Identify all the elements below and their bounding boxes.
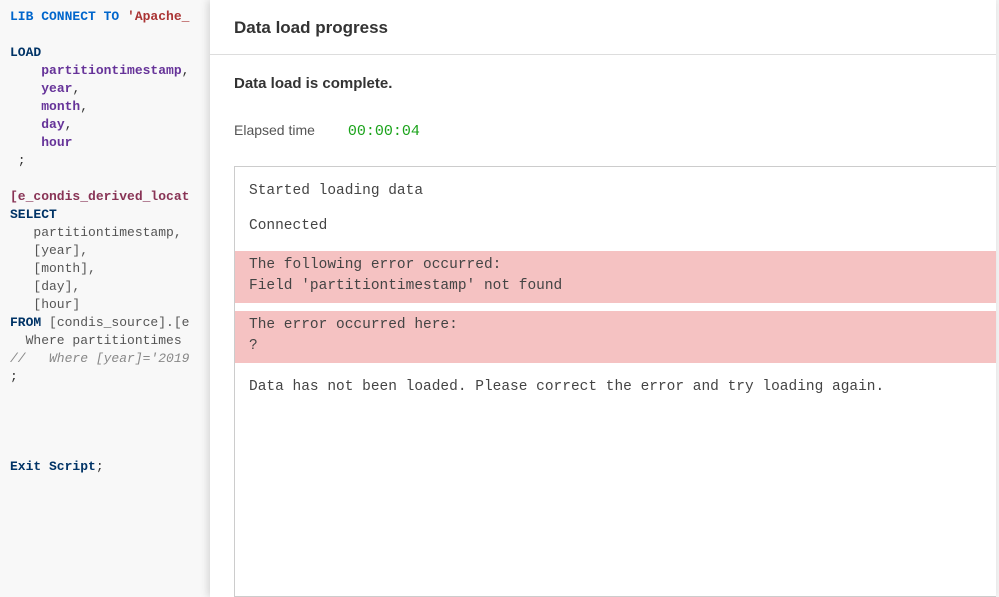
field: year [41, 81, 72, 96]
field: partitiontimestamp, [33, 225, 181, 240]
script-editor[interactable]: LIB CONNECT TO 'Apache_ LOAD partitionti… [0, 0, 220, 597]
error-heading: The following error occurred: [235, 255, 996, 276]
error-detail: ? [235, 336, 996, 357]
field: hour [41, 135, 72, 150]
where-line: Where partitiontimes [10, 333, 182, 348]
elapsed-value: 00:00:04 [348, 123, 420, 140]
semicolon: ; [10, 369, 18, 384]
console-output: Started loading data Connected The follo… [234, 166, 996, 597]
keyword-select: SELECT [10, 207, 57, 222]
elapsed-row: Elapsed time 00:00:04 [210, 92, 996, 158]
field: [hour] [33, 297, 80, 312]
elapsed-label: Elapsed time [234, 122, 344, 138]
console-line: Started loading data [235, 181, 996, 202]
keyword-exit: Exit Script [10, 459, 96, 474]
from-rest: [condis_source].[e [41, 315, 189, 330]
exit-semi: ; [96, 459, 104, 474]
keyword-from: FROM [10, 315, 41, 330]
data-load-progress-modal: Data load progress Data load is complete… [210, 0, 996, 597]
field: month [41, 99, 80, 114]
console-line: Data has not been loaded. Please correct… [235, 377, 996, 398]
console-line: Connected [235, 216, 996, 237]
field: partitiontimestamp [41, 63, 181, 78]
modal-title: Data load progress [210, 0, 996, 55]
error-heading: The error occurred here: [235, 315, 996, 336]
field: [year], [33, 243, 88, 258]
field: [month], [33, 261, 95, 276]
field: [day], [33, 279, 80, 294]
field: day [41, 117, 64, 132]
semicolon: ; [10, 153, 26, 168]
comment-line: // Where [year]='2019 [10, 351, 189, 366]
table-name: [e_condis_derived_locat [10, 189, 189, 204]
string-apache: 'Apache_ [119, 9, 189, 24]
keyword-load: LOAD [10, 45, 41, 60]
modal-subtitle: Data load is complete. [210, 55, 996, 92]
error-detail: Field 'partitiontimestamp' not found [235, 276, 996, 297]
error-block: The following error occurred: Field 'par… [235, 251, 996, 303]
keyword-lib: LIB CONNECT TO [10, 9, 119, 24]
error-block: The error occurred here: ? [235, 311, 996, 363]
